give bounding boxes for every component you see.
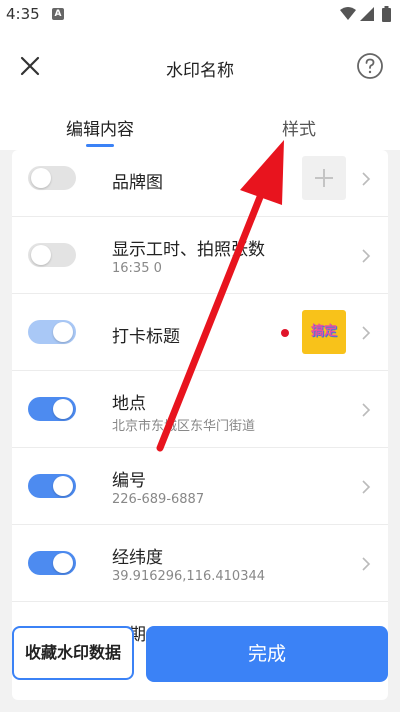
toggle-switch[interactable] — [28, 320, 76, 344]
toggle-switch[interactable] — [28, 551, 76, 575]
list-item-label: 打卡标题 — [112, 327, 180, 347]
title-style-thumbnail[interactable]: 搞定 — [302, 310, 346, 354]
active-tab-indicator — [86, 144, 114, 147]
list-item-label: 显示工时、拍照张数 — [112, 240, 265, 260]
battery-icon — [382, 6, 391, 22]
plus-icon — [315, 169, 333, 187]
list-item-label: 品牌图 — [112, 173, 163, 193]
list-item-work-hours[interactable]: 显示工时、拍照张数 16:35 0 — [12, 217, 388, 294]
list-item-number[interactable]: 编号 226-689-6887 — [12, 448, 388, 525]
signal-icon — [360, 7, 374, 21]
list-item-coordinates[interactable]: 经纬度 39.916296,116.410344 — [12, 525, 388, 602]
help-icon[interactable] — [356, 52, 384, 80]
status-time: 4:35 — [6, 5, 40, 23]
status-bar: 4:35 A — [0, 0, 400, 28]
list-item-subtitle: 北京市东城区东华门街道 — [112, 419, 256, 434]
toggle-switch[interactable] — [28, 397, 76, 421]
list-item-location[interactable]: 地点 北京市东城区东华门街道 — [12, 371, 388, 448]
chevron-right-icon — [362, 480, 371, 494]
top-app-bar: 水印名称 — [0, 28, 400, 106]
done-button[interactable]: 完成 — [146, 626, 388, 682]
save-watermark-data-button[interactable]: 收藏水印数据 — [12, 626, 134, 680]
toggle-switch[interactable] — [28, 474, 76, 498]
chevron-right-icon — [362, 557, 371, 571]
list-item-subtitle: 16:35 0 — [112, 261, 162, 276]
tab-style[interactable]: 样式 — [282, 115, 316, 140]
list-item-label: 经纬度 — [112, 548, 163, 568]
add-image-button[interactable] — [302, 156, 346, 200]
list-item-subtitle: 39.916296,116.410344 — [112, 569, 266, 584]
list-item-label: 地点 — [112, 394, 146, 414]
list-item-brand-image[interactable]: 品牌图 — [12, 150, 388, 217]
notification-icon: A — [52, 8, 64, 20]
watermark-fields-list: 品牌图 显示工时、拍照张数 16:35 0 打卡标题 搞定 地点 北京市东城区东… — [12, 150, 388, 700]
chevron-right-icon — [362, 403, 371, 417]
list-item-checkin-title[interactable]: 打卡标题 搞定 — [12, 294, 388, 371]
list-item-label: 编号 — [112, 471, 146, 491]
toggle-switch[interactable] — [28, 243, 76, 267]
chevron-right-icon — [362, 249, 371, 263]
chevron-right-icon — [362, 172, 371, 186]
tab-bar: 编辑内容 样式 — [0, 106, 400, 150]
chevron-right-icon — [362, 326, 371, 340]
toggle-switch[interactable] — [28, 166, 76, 190]
page-title: 水印名称 — [166, 61, 234, 81]
tab-edit-content[interactable]: 编辑内容 — [66, 115, 134, 140]
new-dot-badge — [281, 329, 289, 337]
wifi-icon — [340, 7, 356, 20]
list-item-subtitle: 226-689-6887 — [112, 492, 205, 507]
